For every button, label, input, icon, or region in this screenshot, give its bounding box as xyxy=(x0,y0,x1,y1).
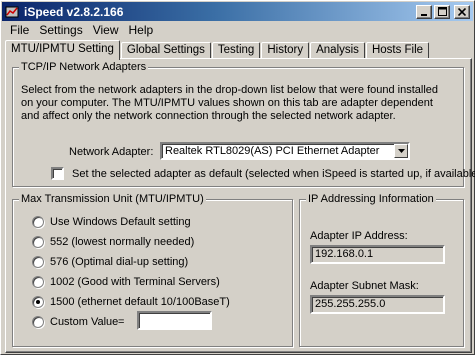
network-adapters-group: TCP/IP Network Adapters Select from the … xyxy=(12,61,475,187)
radio-1500-label: 1500 (ethernet default 10/100BaseT) xyxy=(50,296,230,308)
mtu-group: Max Transmission Unit (MTU/IPMTU) Use Wi… xyxy=(12,193,293,347)
menu-help[interactable]: Help xyxy=(124,23,159,37)
radio-windows-default-label: Use Windows Default setting xyxy=(50,216,191,228)
minimize-button[interactable] xyxy=(416,4,432,19)
radio-552[interactable] xyxy=(32,236,44,248)
title-bar[interactable]: iSpeed v2.8.2.166 xyxy=(2,2,473,21)
close-button[interactable] xyxy=(454,4,470,19)
tab-analysis[interactable]: Analysis xyxy=(310,42,365,59)
app-icon xyxy=(4,4,20,20)
radio-1002-label: 1002 (Good with Terminal Servers) xyxy=(50,276,220,288)
radio-1002[interactable] xyxy=(32,276,44,288)
network-adapter-select[interactable]: Realtek RTL8029(AS) PCI Ethernet Adapter xyxy=(160,142,410,160)
tab-strip: MTU/IPMTU Setting Global Settings Testin… xyxy=(5,40,430,60)
network-adapter-label: Network Adapter: xyxy=(69,146,154,158)
menu-bar: File Settings View Help xyxy=(2,22,473,38)
custom-equals-sign: = xyxy=(118,316,125,328)
network-adapter-value: Realtek RTL8029(AS) PCI Ethernet Adapter xyxy=(165,145,380,157)
menu-file[interactable]: File xyxy=(5,23,34,37)
adapter-ip-label: Adapter IP Address: xyxy=(310,230,408,242)
maximize-button[interactable] xyxy=(434,4,450,19)
network-adapters-group-title: TCP/IP Network Adapters xyxy=(19,61,149,73)
chevron-down-icon[interactable] xyxy=(394,144,408,158)
radio-576-label: 576 (Optimal dial-up setting) xyxy=(50,256,189,268)
tab-history[interactable]: History xyxy=(261,42,310,59)
adapters-description: Select from the network adapters in the … xyxy=(21,84,439,122)
mtu-group-title: Max Transmission Unit (MTU/IPMTU) xyxy=(19,193,206,205)
radio-552-label: 552 (lowest normally needed) xyxy=(50,236,195,248)
default-adapter-checkbox[interactable] xyxy=(51,167,64,180)
radio-custom-value-label: Custom Value xyxy=(50,316,119,328)
default-adapter-label: Set the selected adapter as default (sel… xyxy=(72,168,475,180)
window-title: iSpeed v2.8.2.166 xyxy=(24,4,124,19)
ip-addressing-group: IP Addressing Information Adapter IP Add… xyxy=(299,193,464,347)
tab-testing[interactable]: Testing xyxy=(211,42,261,59)
radio-1500[interactable] xyxy=(32,296,44,308)
tab-panel: TCP/IP Network Adapters Select from the … xyxy=(5,58,475,353)
tab-hosts-file[interactable]: Hosts File xyxy=(365,42,430,59)
custom-value-input[interactable] xyxy=(137,311,212,330)
tab-mtu-ipmtu-setting[interactable]: MTU/IPMTU Setting xyxy=(5,40,120,60)
radio-windows-default[interactable] xyxy=(32,216,44,228)
radio-576[interactable] xyxy=(32,256,44,268)
adapter-subnet-mask-label: Adapter Subnet Mask: xyxy=(310,280,419,292)
adapter-ip-field[interactable]: 192.168.0.1 xyxy=(310,245,445,264)
adapter-subnet-mask-field[interactable]: 255.255.255.0 xyxy=(310,295,445,314)
ip-addressing-group-title: IP Addressing Information xyxy=(306,193,436,205)
tab-global-settings[interactable]: Global Settings xyxy=(120,42,211,59)
app-window: iSpeed v2.8.2.166 File Settings View Hel… xyxy=(0,0,475,355)
menu-view[interactable]: View xyxy=(88,23,124,37)
menu-settings[interactable]: Settings xyxy=(34,23,87,37)
radio-custom-value[interactable] xyxy=(32,316,44,328)
